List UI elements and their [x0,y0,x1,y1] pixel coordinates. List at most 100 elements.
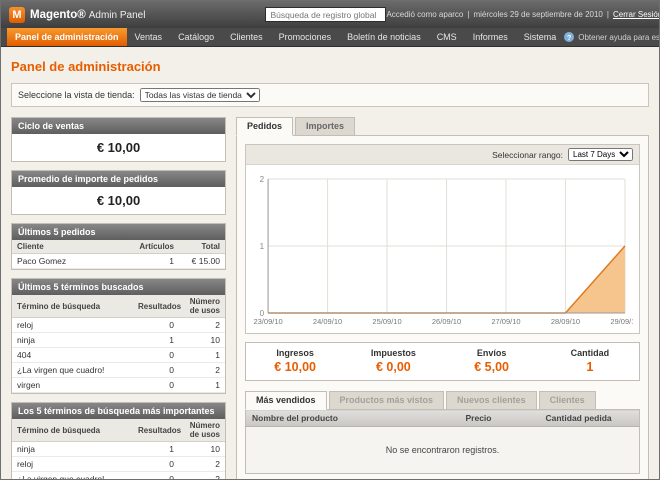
stat-value: 1 [543,360,637,374]
magento-logo-icon: M [9,7,25,23]
help-icon: ? [564,32,574,42]
magento-logo-text: Magento®Admin Panel [30,9,145,21]
last-orders-block: Últimos 5 pedidos Cliente Artículos Tota… [11,223,226,270]
table-row[interactable]: ninja110 [12,333,225,348]
magento-logo[interactable]: M Magento®Admin Panel [9,7,145,23]
orders-chart-panel: Seleccionar rango: Last 7 Days 01223/09/… [245,144,640,334]
separator: | [467,10,469,19]
nav-item-boletin[interactable]: Boletín de noticias [339,28,429,46]
average-orders-block: Promedio de importe de pedidos € 10,00 [11,170,226,215]
column-header: Cantidad pedida [540,410,640,427]
table-row[interactable]: reloj02 [12,318,225,333]
table-row[interactable]: virgen01 [12,378,225,393]
svg-text:25/09/10: 25/09/10 [372,317,401,326]
stat-value: € 5,00 [445,360,539,374]
table-row[interactable]: ninja110 [12,442,225,457]
nav-item-panel-administracion[interactable]: Panel de administración [7,28,127,46]
average-orders-title: Promedio de importe de pedidos [12,171,225,187]
svg-text:2: 2 [260,175,265,184]
main-nav: Panel de administración Ventas Catálogo … [1,28,659,47]
store-view-select[interactable]: Todas las vistas de tienda [140,88,260,102]
average-orders-value: € 10,00 [12,187,225,214]
range-select[interactable]: Last 7 Days [568,148,633,161]
products-tabs: Más vendidos Productos más vistos Nuevos… [245,391,640,410]
orders-amounts-tabs: Pedidos Importes [236,117,649,136]
svg-text:26/09/10: 26/09/10 [432,317,461,326]
column-header: Cliente [12,240,133,254]
tab-mas-vendidos[interactable]: Más vendidos [245,391,327,410]
svg-text:1: 1 [260,242,265,251]
tab-productos-mas-vistos[interactable]: Productos más vistos [329,391,445,410]
header-bar: M Magento®Admin Panel Accedió como aparc… [1,1,659,28]
stat-cantidad: Cantidad 1 [541,343,639,380]
table-row[interactable]: ¿La virgen que cuadro!02 [12,472,225,480]
tab-pedidos[interactable]: Pedidos [236,117,293,136]
magento-admin-page: M Magento®Admin Panel Accedió como aparc… [0,0,660,480]
stat-label: Impuestos [346,348,440,358]
current-date: miércoles 29 de septiembre de 2010 [473,10,602,19]
stat-ingresos: Ingresos € 10,00 [246,343,344,380]
nav-item-sistema[interactable]: Sistema [516,28,565,46]
table-row[interactable]: 40401 [12,348,225,363]
store-view-switcher: Seleccione la vista de tienda: Todas las… [11,83,649,107]
column-header: Término de búsqueda [12,419,133,442]
top-search-terms-title: Los 5 términos de búsqueda más important… [12,403,225,419]
column-header: Resultados [133,419,179,442]
svg-text:23/09/10: 23/09/10 [253,317,282,326]
empty-message: No se encontraron registros. [246,427,640,474]
column-header: Precio [460,410,540,427]
svg-text:24/09/10: 24/09/10 [313,317,342,326]
dashboard-main-panel: Seleccionar rango: Last 7 Days 01223/09/… [236,135,649,480]
range-selector-row: Seleccionar rango: Last 7 Days [246,145,639,165]
stat-label: Cantidad [543,348,637,358]
page-help-link[interactable]: ? Obtener ayuda para esta página [564,28,660,46]
stat-impuestos: Impuestos € 0,00 [344,343,442,380]
stat-value: € 10,00 [248,360,342,374]
svg-text:29/09/10: 29/09/10 [610,317,633,326]
dashboard-left-column: Ciclo de ventas € 10,00 Promedio de impo… [11,117,226,480]
logout-link[interactable]: Cerrar Sesión [613,10,660,19]
lifetime-sales-title: Ciclo de ventas [12,118,225,134]
nav-item-catalogo[interactable]: Catálogo [170,28,222,46]
store-view-label: Seleccione la vista de tienda: [18,90,135,100]
bestsellers-table: Nombre del producto Precio Cantidad pedi… [245,409,640,474]
table-row[interactable]: Paco Gomez 1 € 15.00 [12,254,225,269]
separator: | [607,10,609,19]
global-search-input[interactable] [265,7,386,22]
range-label: Seleccionar rango: [492,150,563,160]
table-row[interactable]: reloj02 [12,457,225,472]
logged-in-text: Accedió como aparco [386,10,463,19]
stat-label: Envíos [445,348,539,358]
top-search-terms-table: Término de búsqueda Resultados Número de… [12,419,225,480]
nav-item-cms[interactable]: CMS [429,28,465,46]
totals-bar: Ingresos € 10,00 Impuestos € 0,00 Envíos… [245,342,640,381]
column-header: Número de usos [179,295,225,318]
lifetime-sales-value: € 10,00 [12,134,225,161]
column-header: Resultados [133,295,179,318]
stat-value: € 0,00 [346,360,440,374]
last-search-terms-table: Término de búsqueda Resultados Número de… [12,295,225,393]
stat-envios: Envíos € 5,00 [443,343,541,380]
nav-item-informes[interactable]: Informes [465,28,516,46]
tab-clientes[interactable]: Clientes [539,391,596,410]
content-area: Panel de administración Seleccione la vi… [1,47,659,480]
nav-item-promociones[interactable]: Promociones [271,28,340,46]
column-header: Nombre del producto [246,410,460,427]
stat-label: Ingresos [248,348,342,358]
orders-chart: 01223/09/1024/09/1025/09/1026/09/1027/09… [246,165,639,333]
nav-item-clientes[interactable]: Clientes [222,28,271,46]
column-header: Término de búsqueda [12,295,133,318]
column-header: Número de usos [179,419,225,442]
column-header: Artículos [133,240,179,254]
lifetime-sales-block: Ciclo de ventas € 10,00 [11,117,226,162]
nav-item-ventas[interactable]: Ventas [127,28,171,46]
column-header: Total [179,240,225,254]
tab-nuevos-clientes[interactable]: Nuevos clientes [446,391,537,410]
last-orders-table: Cliente Artículos Total Paco Gomez 1 € 1… [12,240,225,269]
orders-chart-svg: 01223/09/1024/09/1025/09/1026/09/1027/09… [252,171,633,331]
svg-text:27/09/10: 27/09/10 [491,317,520,326]
tab-importes[interactable]: Importes [295,117,355,136]
table-row[interactable]: ¿La virgen que cuadro!02 [12,363,225,378]
dashboard-right-column: Pedidos Importes Seleccionar rango: Last… [236,117,649,480]
last-orders-title: Últimos 5 pedidos [12,224,225,240]
